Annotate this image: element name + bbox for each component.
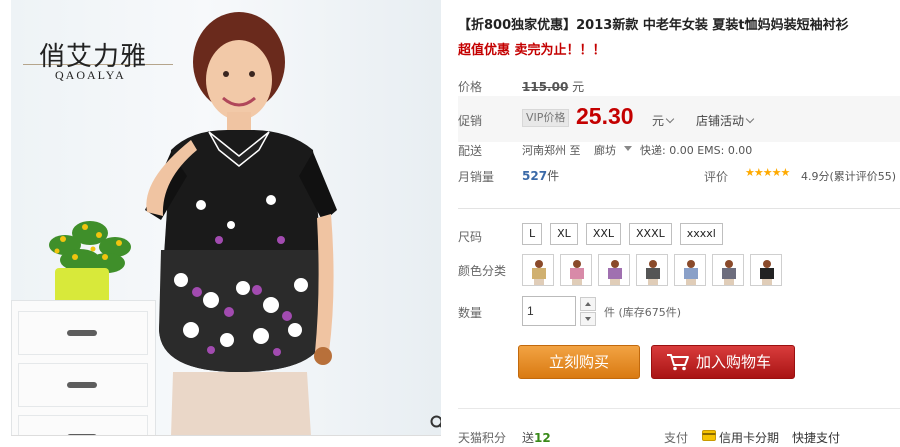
- caret-down-icon[interactable]: [624, 146, 632, 151]
- promo-line: 超值优惠 卖完为止！！！: [458, 43, 606, 58]
- monthly-sales-label: 月销量: [458, 170, 495, 184]
- original-price-unit: 元: [572, 80, 585, 94]
- model-figure: [145, 12, 337, 435]
- size-option[interactable]: L: [522, 223, 543, 245]
- ship-to-city-select[interactable]: 廊坊: [594, 142, 616, 158]
- promo-label: 促销: [458, 114, 483, 128]
- color-swatches: [522, 254, 782, 286]
- quantity-increase-button[interactable]: [580, 297, 596, 311]
- chevron-down-icon: [745, 114, 755, 124]
- title-tag: 【折800独家优惠】: [458, 18, 577, 33]
- store-event-label: 店铺活动: [696, 114, 745, 128]
- credit-card-icon: [702, 430, 716, 441]
- size-options: L XL XXL XXXL xxxxl: [522, 223, 723, 245]
- rating-label: 评价: [704, 170, 729, 184]
- size-option[interactable]: xxxxl: [679, 223, 723, 245]
- rating-summary-link[interactable]: 4.9分(累计评价55): [801, 168, 896, 184]
- product-info-panel: 【折800独家优惠】2013新款 中老年女装 夏装t恤妈妈装短袖衬衫 超值优惠 …: [458, 0, 900, 447]
- color-swatch[interactable]: [674, 254, 706, 286]
- quick-pay-link[interactable]: 快捷支付: [792, 429, 840, 446]
- color-label: 颜色分类: [458, 264, 507, 278]
- monthly-sales-count: 527: [522, 169, 548, 183]
- quantity-input[interactable]: [522, 296, 576, 326]
- sale-price-unit-dropdown[interactable]: 元: [652, 112, 675, 129]
- color-swatch[interactable]: [712, 254, 744, 286]
- store-event-dropdown[interactable]: 店铺活动: [696, 112, 755, 129]
- size-option[interactable]: XL: [550, 223, 578, 245]
- vip-price-tag[interactable]: VIP价格: [522, 109, 570, 127]
- add-to-cart-label: 加入购物车: [696, 353, 772, 371]
- title-text: 2013新款 中老年女装 夏装t恤妈妈装短袖衬衫: [576, 18, 849, 33]
- color-swatch[interactable]: [560, 254, 592, 286]
- size-option[interactable]: XXL: [585, 223, 622, 245]
- quantity-decrease-button[interactable]: [580, 312, 596, 326]
- footer-divider: [458, 408, 900, 409]
- zoom-icon[interactable]: [429, 414, 441, 432]
- monthly-sales: 527件: [522, 167, 559, 184]
- buy-now-button[interactable]: 立刻购买: [518, 345, 640, 379]
- shipping-label: 配送: [458, 144, 483, 158]
- color-swatch[interactable]: [522, 254, 554, 286]
- section-divider: [458, 208, 900, 209]
- quantity-label: 数量: [458, 306, 483, 320]
- price-label: 价格: [458, 80, 483, 94]
- brand-logo-en: QAOALYA: [55, 68, 126, 82]
- ship-from: 河南郑州 至: [522, 142, 581, 158]
- size-option[interactable]: XXXL: [629, 223, 672, 245]
- shipping-fee: 快递: 0.00 EMS: 0.00: [640, 144, 753, 157]
- ship-to-word: 至: [569, 144, 581, 157]
- product-image[interactable]: 俏艾力雅 QAOALYA: [11, 0, 441, 436]
- credit-card-installment-link[interactable]: 信用卡分期: [719, 429, 779, 446]
- rating-stars: ★★★★★: [745, 166, 790, 179]
- original-price: 115.00 元: [522, 78, 584, 95]
- sale-price-unit: 元: [652, 114, 665, 128]
- sale-price: 25.30: [576, 103, 634, 129]
- color-swatch[interactable]: [636, 254, 668, 286]
- add-to-cart-button[interactable]: 加入购物车: [651, 345, 795, 379]
- ship-from-city: 河南郑州: [522, 144, 566, 157]
- product-title: 【折800独家优惠】2013新款 中老年女装 夏装t恤妈妈装短袖衬衫: [458, 14, 900, 33]
- tmall-points: 送12: [522, 429, 551, 446]
- monthly-sales-unit: 件: [547, 169, 560, 183]
- tmall-points-value: 12: [534, 431, 551, 445]
- tmall-points-label: 天猫积分: [458, 431, 507, 445]
- chevron-down-icon: [665, 114, 675, 124]
- color-swatch[interactable]: [598, 254, 630, 286]
- payment-label: 支付: [664, 431, 689, 445]
- cart-icon: [667, 354, 689, 371]
- stock-text: 件 (库存675件): [604, 306, 682, 319]
- original-price-value: 115.00: [522, 80, 569, 94]
- size-label: 尺码: [458, 230, 483, 244]
- color-swatch[interactable]: [750, 254, 782, 286]
- tmall-points-prefix: 送: [522, 431, 535, 445]
